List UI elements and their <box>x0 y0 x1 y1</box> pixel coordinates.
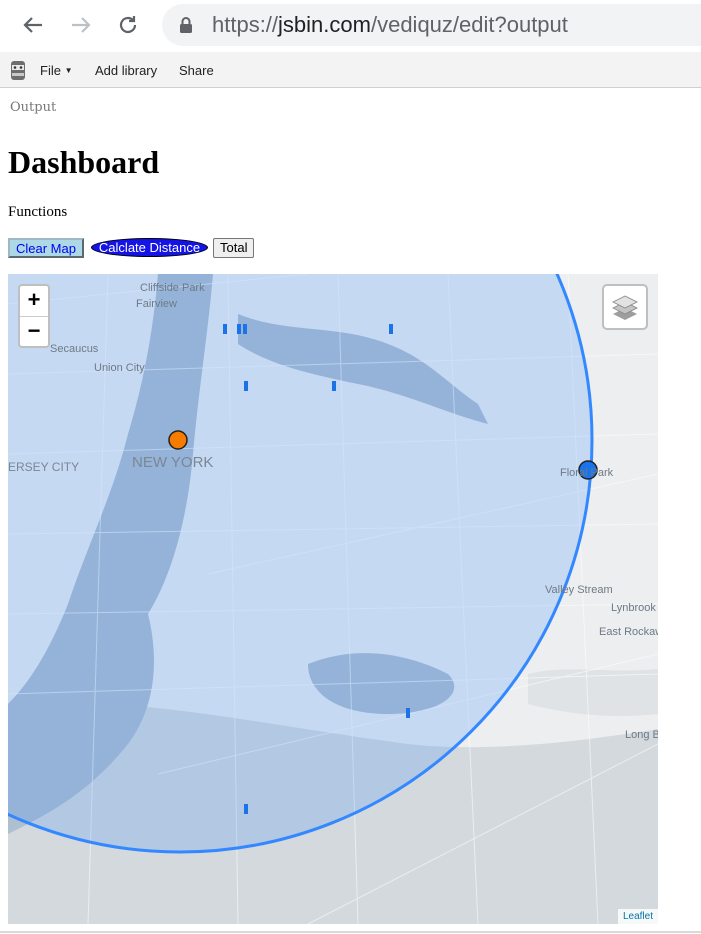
map-label-valley-stream: Valley Stream <box>545 584 613 596</box>
pin-marker <box>237 324 241 334</box>
clear-map-button[interactable]: Clear Map <box>8 238 84 258</box>
leaflet-attribution-link[interactable]: Leaflet <box>617 909 658 924</box>
layers-control-button[interactable] <box>602 284 648 330</box>
total-button[interactable]: Total <box>213 238 255 258</box>
map-label-floral-park: Floral Park <box>560 467 614 479</box>
output-panel-label: Output <box>10 100 57 115</box>
map-label-secaucus: Secaucus <box>50 343 99 355</box>
pin-marker <box>243 324 247 334</box>
map[interactable]: Cliffside Park Fairview Secaucus Union C… <box>8 274 658 924</box>
pin-marker <box>332 381 336 391</box>
lock-icon <box>180 17 192 33</box>
back-arrow-icon <box>23 17 42 33</box>
pin-marker <box>244 381 248 391</box>
add-library-menu[interactable]: Add library <box>95 63 157 78</box>
file-menu[interactable]: File ▼ <box>40 63 73 78</box>
page-title: Dashboard <box>8 144 160 180</box>
zoom-out-button[interactable]: − <box>20 317 48 347</box>
map-label-new-york: NEW YORK <box>132 454 214 471</box>
map-label-long-beach: Long Beach <box>625 729 658 741</box>
pin-marker <box>389 324 393 334</box>
address-bar[interactable]: https://jsbin.com/vediquz/edit?output <box>162 4 701 46</box>
map-label-lynbrook: Lynbrook <box>611 602 656 614</box>
origin-marker[interactable] <box>168 430 188 450</box>
calculate-distance-button[interactable]: Calclate Distance <box>91 238 208 257</box>
reload-button[interactable] <box>113 10 143 40</box>
browser-toolbar: https://jsbin.com/vediquz/edit?output <box>0 0 701 53</box>
forward-button[interactable] <box>66 10 96 40</box>
zoom-in-button[interactable]: + <box>20 286 48 317</box>
map-label-cliffside-park: Cliffside Park <box>140 282 205 294</box>
jsbin-logo-icon[interactable] <box>8 58 28 82</box>
jsbin-toolbar: File ▼ Add library Share <box>0 52 701 88</box>
page-divider <box>0 931 701 933</box>
functions-label: Functions <box>8 204 68 220</box>
map-label-east-rockaway: East Rockaway <box>599 626 658 638</box>
pin-marker <box>244 804 248 814</box>
share-menu[interactable]: Share <box>179 63 214 78</box>
url-text: https://jsbin.com/vediquz/edit?output <box>212 12 568 37</box>
reload-icon <box>119 16 137 34</box>
map-label-union-city: Union City <box>94 362 145 374</box>
zoom-control: + − <box>18 284 50 348</box>
layers-icon <box>612 295 638 320</box>
map-label-jersey-city: JERSEY CITY <box>8 460 80 474</box>
pin-marker <box>223 324 227 334</box>
map-label-fairview: Fairview <box>136 298 177 310</box>
pin-marker <box>406 708 410 718</box>
caret-down-icon: ▼ <box>64 66 73 75</box>
forward-arrow-icon <box>72 17 91 33</box>
back-button[interactable] <box>18 10 48 40</box>
